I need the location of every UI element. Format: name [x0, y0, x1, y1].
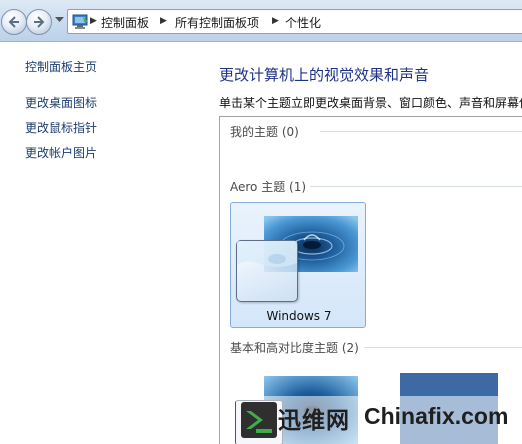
window-color-preview	[236, 240, 298, 302]
recent-pages-dropdown-icon[interactable]	[55, 17, 64, 23]
breadcrumb[interactable]: ▶ 控制面板 ▶ 所有控制面板项 ▶ 个性化	[67, 9, 522, 34]
sidebar-link-change-mouse-pointers[interactable]: 更改鼠标指针	[25, 119, 97, 136]
group-heading-my-themes: 我的主题 (0)	[230, 125, 299, 139]
sidebar-link-change-desktop-icons[interactable]: 更改桌面图标	[25, 94, 97, 111]
left-arrow-icon	[8, 16, 19, 28]
group-divider	[320, 131, 522, 132]
sidebar: 控制面板主页 更改桌面图标 更改鼠标指针 更改帐户图片	[0, 43, 208, 444]
group-heading-aero-themes: Aero 主题 (1)	[230, 180, 307, 194]
water-drop-icon	[237, 241, 297, 267]
address-bar: ▶ 控制面板 ▶ 所有控制面板项 ▶ 个性化	[0, 0, 522, 42]
breadcrumb-control-panel[interactable]: 控制面板	[101, 14, 149, 31]
breadcrumb-separator-icon[interactable]: ▶	[90, 16, 97, 26]
watermark-brand-en: Chinafix.com	[364, 403, 509, 429]
breadcrumb-separator-icon[interactable]: ▶	[160, 16, 167, 26]
breadcrumb-personalization[interactable]: 个性化	[285, 14, 321, 31]
page-title: 更改计算机上的视觉效果和声音	[219, 66, 430, 84]
chinafix-logo-icon	[241, 402, 277, 438]
breadcrumb-all-items[interactable]: 所有控制面板项	[175, 14, 259, 31]
theme-list[interactable]: 我的主题 (0) Aero 主题 (1) Windows 7 基本和高对比度主题…	[219, 116, 522, 444]
theme-item-label: Windows 7	[266, 309, 332, 323]
group-heading-basic-themes: 基本和高对比度主题 (2)	[230, 341, 359, 355]
right-arrow-icon	[34, 16, 45, 28]
sidebar-link-control-panel-home[interactable]: 控制面板主页	[25, 58, 97, 75]
sidebar-link-change-account-picture[interactable]: 更改帐户图片	[25, 144, 97, 161]
back-button[interactable]	[1, 9, 27, 35]
page-description: 单击某个主题立即更改桌面背景、窗口颜色、声音和屏幕保护程序。	[219, 96, 522, 110]
group-divider	[364, 347, 522, 348]
group-divider	[310, 186, 522, 187]
theme-item-windows-7[interactable]: Windows 7	[230, 202, 366, 328]
forward-button[interactable]	[26, 9, 52, 35]
watermark-brand-cn: 迅维网	[278, 408, 350, 434]
control-panel-icon	[72, 14, 88, 29]
breadcrumb-separator-icon[interactable]: ▶	[272, 16, 279, 26]
